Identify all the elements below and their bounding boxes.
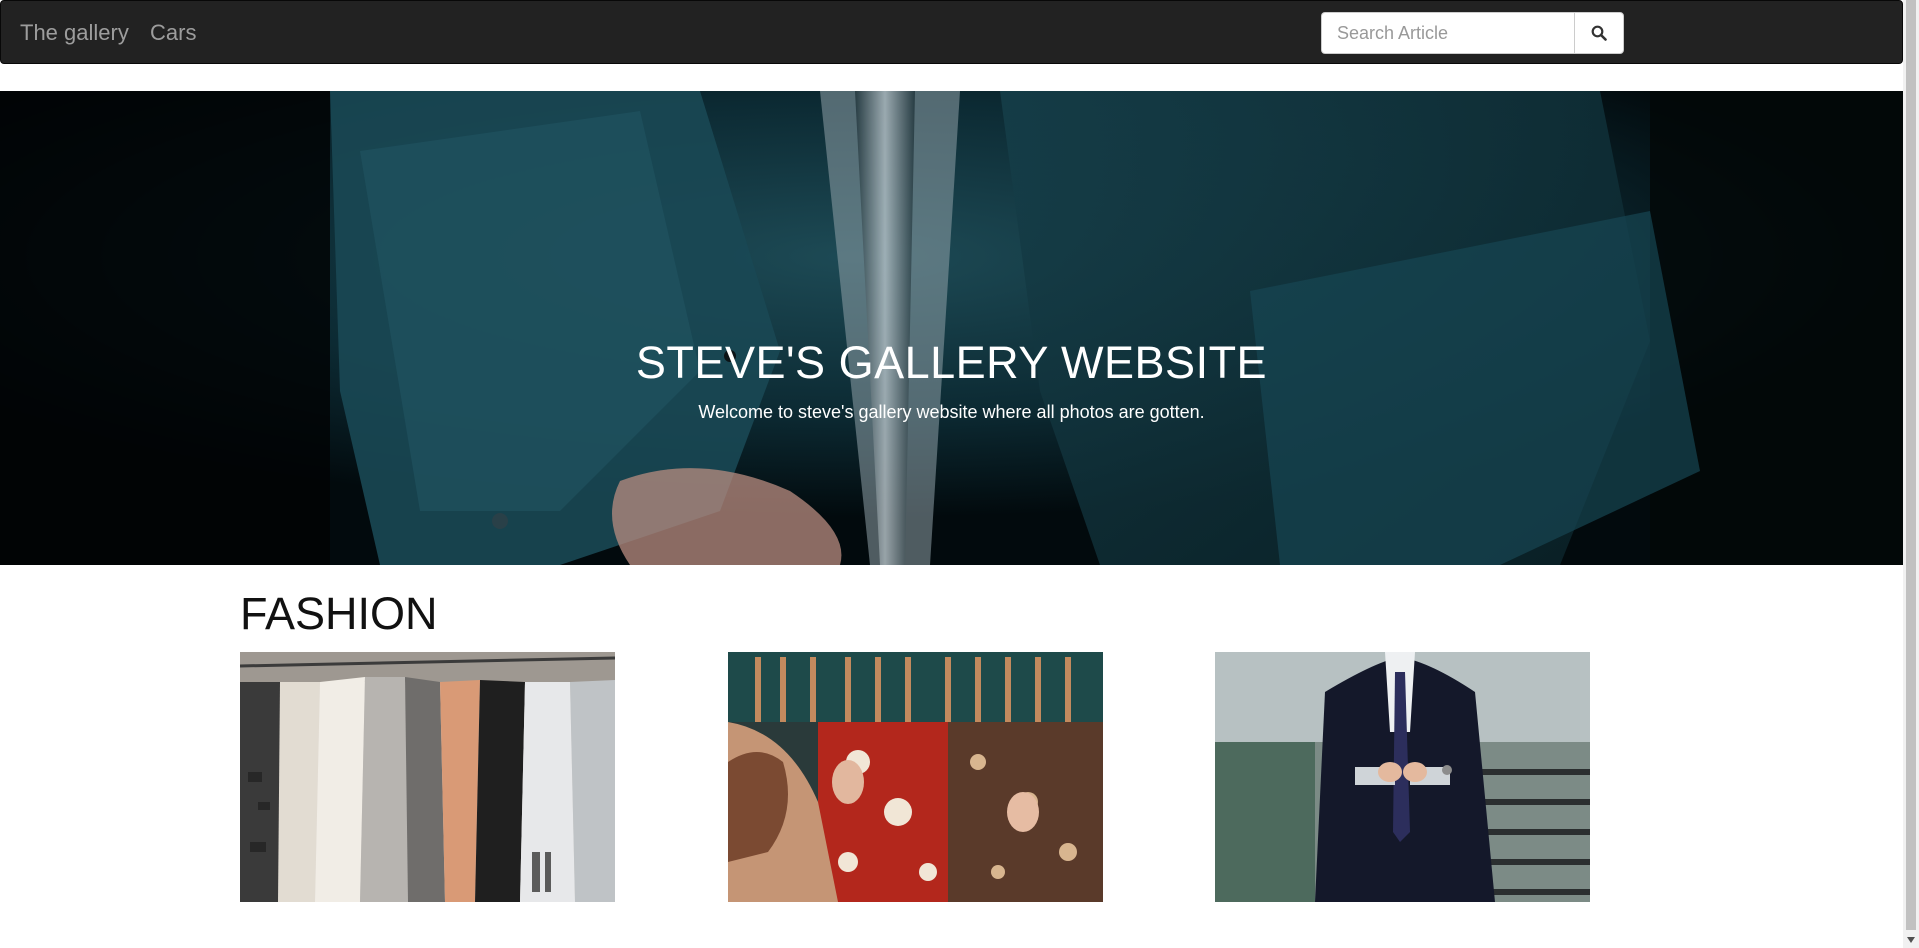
search-input[interactable] xyxy=(1321,12,1574,54)
search-form xyxy=(1321,12,1624,54)
hero-subtitle: Welcome to steve's gallery website where… xyxy=(698,402,1205,422)
search-icon xyxy=(1591,25,1607,41)
clothes-rack-photo[interactable] xyxy=(240,652,615,902)
fashion-heading: FASHION xyxy=(240,588,438,639)
hero-suit-background-image xyxy=(0,91,1903,565)
shopping-floral-shirts-photo[interactable] xyxy=(728,652,1103,902)
navbar: The gallery Cars xyxy=(0,0,1903,64)
hero-banner: STEVE'S GALLERY WEBSITE Welcome to steve… xyxy=(0,91,1903,565)
man-in-suit-photo[interactable] xyxy=(1215,652,1590,902)
nav-link-cars[interactable]: Cars xyxy=(150,20,196,46)
search-button[interactable] xyxy=(1574,12,1624,54)
hero-title: STEVE'S GALLERY WEBSITE xyxy=(635,337,1268,388)
page-scrollbar-thumb[interactable] xyxy=(1906,0,1916,930)
scroll-down-arrow-icon[interactable] xyxy=(1903,932,1919,948)
nav-link-the-gallery[interactable]: The gallery xyxy=(20,20,129,46)
